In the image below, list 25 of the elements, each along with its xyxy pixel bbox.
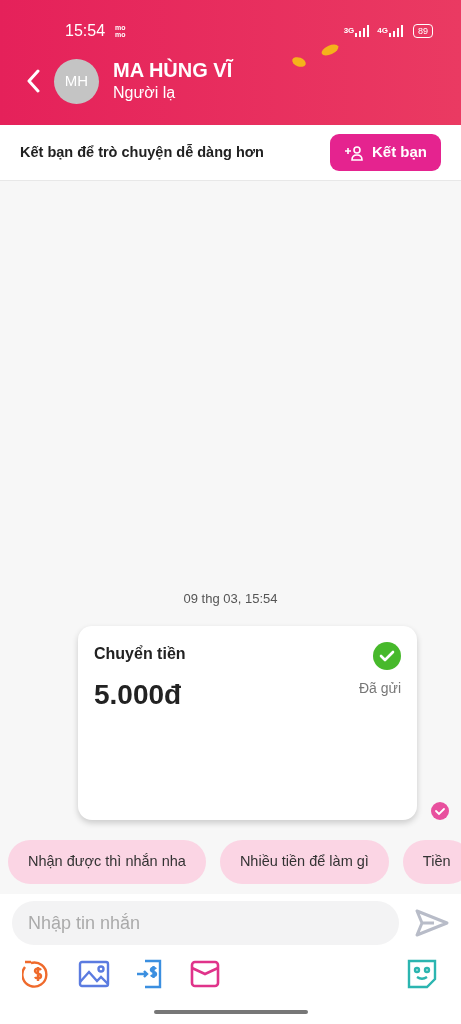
add-person-icon	[344, 144, 364, 161]
transfer-icon[interactable]	[136, 958, 164, 990]
quick-reply-chip[interactable]: Tiền	[402, 840, 461, 884]
contact-status: Người lạ	[113, 83, 177, 103]
message-input[interactable]: Nhập tin nhắn	[12, 901, 399, 945]
transfer-status: Đã gửi	[358, 679, 401, 698]
envelope-icon[interactable]	[190, 959, 220, 989]
send-icon[interactable]	[415, 909, 449, 937]
card-title: Chuyển tiền	[94, 644, 186, 664]
transfer-card[interactable]: Chuyển tiền 5.000đ Đã gửi	[78, 626, 417, 820]
back-icon[interactable]	[26, 69, 40, 93]
add-friend-button[interactable]: Kết bạn	[330, 134, 441, 171]
contact-name: MA HÙNG VĨ	[113, 58, 233, 82]
amount: 5.000đ	[94, 678, 183, 712]
quick-reply-chip[interactable]: Nhiều tiền để làm gì	[219, 840, 389, 884]
signal-indicator: 3G	[343, 25, 370, 37]
signal-indicator: 4G	[377, 25, 403, 37]
clock: 15:54	[65, 21, 106, 41]
timestamp: 09 thg 03, 15:54	[182, 589, 279, 608]
sticker-icon[interactable]	[405, 959, 439, 989]
friend-prompt: Kết bạn để trò chuyện dễ dàng hơn	[20, 142, 264, 162]
image-icon[interactable]	[78, 960, 110, 988]
battery-indicator: 89	[413, 24, 433, 38]
quick-reply-chip[interactable]: Nhận được thì nhắn nha	[8, 840, 206, 884]
avatar: MH	[54, 58, 99, 104]
